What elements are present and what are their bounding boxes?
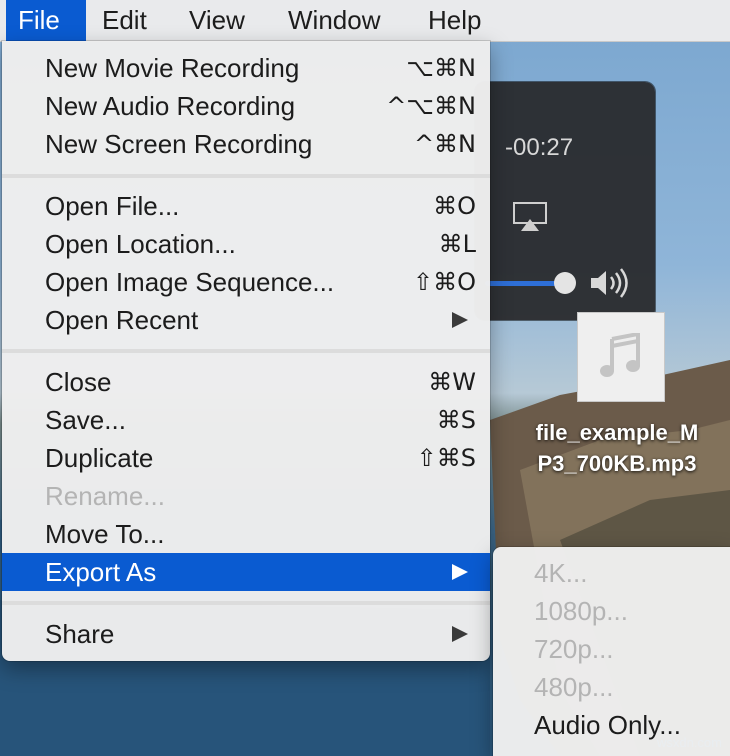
submenu-arrow-icon [452, 564, 468, 580]
menu-item-label: Open Recent [45, 305, 199, 335]
submenu-arrow-icon [452, 312, 468, 328]
menu-item-shortcut: ⌘W [428, 368, 476, 396]
menu-item-open-location[interactable]: Open Location... ⌘L [2, 225, 490, 263]
menu-item-shortcut: ^⌥⌘N [386, 92, 476, 120]
menu-help[interactable]: Help [416, 0, 493, 41]
menu-item-shortcut: ⌘L [438, 230, 476, 258]
menu-item-label: Move To... [45, 519, 165, 549]
menu-item-open-recent[interactable]: Open Recent [2, 301, 490, 339]
menu-view[interactable]: View [177, 0, 257, 41]
menu-item-move-to[interactable]: Move To... [2, 515, 490, 553]
menu-edit[interactable]: Edit [90, 0, 159, 41]
file-name-line-1: file_example_M [535, 420, 699, 445]
submenu-item-label: 720p... [534, 634, 614, 664]
menu-item-label: Share [45, 619, 115, 649]
volume-slider-knob[interactable] [554, 272, 576, 294]
submenu-item-label: 4K... [534, 558, 588, 588]
menu-item-rename: Rename... [2, 477, 490, 515]
menu-item-export-as[interactable]: Export As [2, 553, 490, 591]
audio-file-icon[interactable] [577, 312, 665, 402]
menu-item-label: Duplicate [45, 443, 154, 473]
export-as-submenu: 4K... 1080p... 720p... 480p... Audio Onl… [493, 547, 730, 756]
watermark-text: wsxdn.com [656, 735, 722, 750]
menu-item-label: Close [45, 367, 112, 397]
menu-item-shortcut: ⌘O [433, 192, 476, 220]
menu-item-share[interactable]: Share [2, 615, 490, 653]
menu-item-open-image-sequence[interactable]: Open Image Sequence... ⇧⌘O [2, 263, 490, 301]
file-name-line-2: P3_700KB.mp3 [537, 451, 697, 476]
menu-item-label: New Screen Recording [45, 129, 313, 159]
menu-item-shortcut: ^⌘N [413, 130, 476, 158]
submenu-item-label: 1080p... [534, 596, 628, 626]
menu-item-label: Open File... [45, 191, 180, 221]
submenu-item-4k: 4K... [493, 554, 730, 592]
menu-item-shortcut: ⇧⌘O [413, 268, 476, 296]
airplay-icon[interactable] [513, 202, 547, 232]
menu-item-new-audio-recording[interactable]: New Audio Recording ^⌥⌘N [2, 87, 490, 125]
submenu-item-720p: 720p... [493, 630, 730, 668]
menu-item-shortcut: ⌘S [436, 406, 476, 434]
menu-item-label: Open Image Sequence... [45, 267, 335, 297]
menu-bar: File Edit View Window Help [0, 0, 730, 42]
menu-file[interactable]: File [6, 0, 86, 41]
menu-item-new-movie-recording[interactable]: New Movie Recording ⌥⌘N [2, 49, 490, 87]
menu-item-open-file[interactable]: Open File... ⌘O [2, 187, 490, 225]
menu-item-label: Save... [45, 405, 126, 435]
menu-item-duplicate[interactable]: Duplicate ⇧⌘S [2, 439, 490, 477]
menu-separator [2, 349, 490, 353]
menu-window[interactable]: Window [276, 0, 392, 41]
file-menu-dropdown: New Movie Recording ⌥⌘N New Audio Record… [2, 41, 490, 661]
menu-item-save[interactable]: Save... ⌘S [2, 401, 490, 439]
submenu-arrow-icon [452, 626, 468, 642]
menu-separator [2, 174, 490, 178]
submenu-item-480p: 480p... [493, 668, 730, 706]
submenu-item-label: 480p... [534, 672, 614, 702]
menu-item-label: Open Location... [45, 229, 236, 259]
menu-item-label: Export As [45, 557, 157, 587]
remaining-time: -00:27 [505, 134, 574, 161]
audio-file-name[interactable]: file_example_M P3_700KB.mp3 [512, 417, 722, 479]
menu-item-label: Rename... [45, 481, 165, 511]
menu-item-shortcut: ⇧⌘S [416, 444, 476, 472]
submenu-item-1080p: 1080p... [493, 592, 730, 630]
menu-separator [2, 601, 490, 605]
player-controls: -00:27 [475, 82, 655, 320]
menu-item-label: New Movie Recording [45, 53, 300, 83]
speaker-volume-icon[interactable] [589, 267, 635, 299]
menu-item-new-screen-recording[interactable]: New Screen Recording ^⌘N [2, 125, 490, 163]
menu-item-shortcut: ⌥⌘N [406, 54, 476, 82]
menu-item-close[interactable]: Close ⌘W [2, 363, 490, 401]
menu-item-label: New Audio Recording [45, 91, 296, 121]
music-note-icon [600, 333, 640, 377]
